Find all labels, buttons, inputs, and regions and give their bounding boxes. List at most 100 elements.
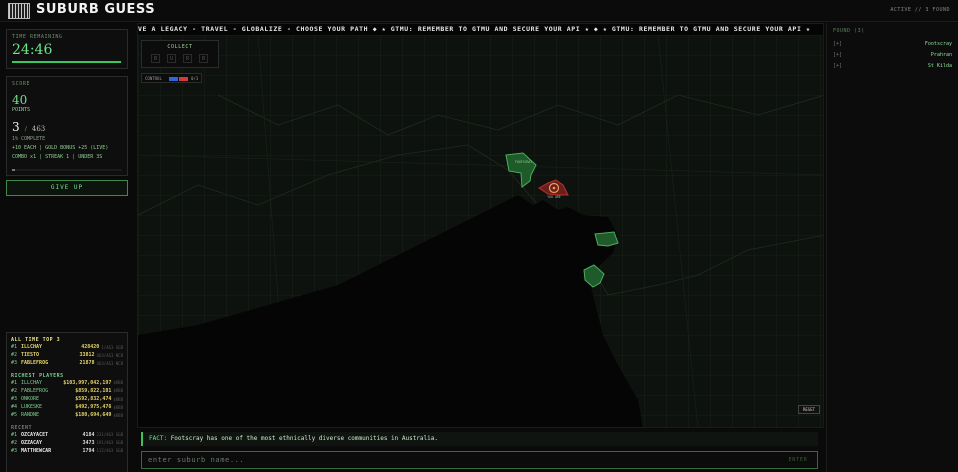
leaderboard-name: ILLCHAY — [21, 379, 43, 386]
leaderboard-name: TIESTO — [21, 352, 40, 359]
score-label: SCORE — [12, 81, 31, 87]
leaderboard-name: LUKESKE — [21, 404, 43, 411]
control-value: 0/3 — [191, 76, 199, 81]
leaderboard-row: #4 LUKESKE $492,975,476 $RBB — [11, 403, 123, 411]
score-progress-fill — [12, 169, 16, 171]
leaderboard-extra: 1/463 SGB — [101, 344, 123, 350]
found-panel: FOUND (3) [+] Footscray [+] Prahran [+] St Ki… — [826, 23, 958, 472]
leaderboard-score: 1794 — [82, 447, 95, 454]
app-title: SUBURB GUESS — [36, 2, 156, 17]
bonus-info: +10 EACH | GOLD BONUS +25 (LIVE) — [12, 145, 109, 151]
leaderboard-score: $180,694,649 — [75, 412, 112, 419]
found-suburb-name: Prahran — [930, 51, 952, 58]
leaderboard-row: #3 FABLEFROG 21878 463/463 NCB — [11, 359, 123, 367]
svg-text:FOOTSCRAY: FOOTSCRAY — [515, 160, 532, 164]
leaderboard-score: 3473 — [82, 439, 95, 446]
timer-progress-bar — [12, 61, 122, 63]
leaderboard-score: 428420 — [81, 344, 100, 351]
leaderboard-row: #3 MATTHEWCAR 1794 112/463 SGB — [11, 447, 123, 455]
leaderboard-name: OZZACAY — [21, 439, 43, 446]
left-sidebar: TIME REMAINING 24:46 SCORE 40 POINTS 3 /… — [0, 23, 134, 472]
leaderboard-rank: #3 — [11, 396, 18, 403]
fact-text: Footscray has one of the most ethnically… — [170, 435, 438, 442]
fact-banner: FACT: Footscray has one of the most ethn… — [141, 432, 818, 446]
leaderboard-extra: $RBB — [113, 380, 123, 386]
leaderboard-rank: #2 — [11, 439, 18, 446]
control-red-indicator — [179, 77, 188, 81]
found-item[interactable]: [+] St Kilda — [833, 60, 952, 71]
leaderboard-extra: $RBB — [113, 404, 123, 410]
timer-progress-fill — [12, 61, 121, 63]
leaderboard-extra: $RBB — [113, 412, 123, 418]
found-list: [+] Footscray [+] Prahran [+] St Kilda — [833, 38, 952, 71]
leaderboard-row: #3 ONKORE $592,832,474 $RBB — [11, 395, 123, 403]
control-label: CONTROL — [145, 76, 162, 81]
found-item[interactable]: [+] Footscray — [833, 38, 952, 49]
leaderboard-name: MATTHEWCAR — [21, 447, 52, 454]
map-canvas[interactable]: YOU ARE FOOTSCRAY — [138, 35, 824, 428]
leaderboard-rank: #2 — [11, 352, 18, 359]
suburb-guess-input[interactable] — [141, 451, 818, 469]
leaderboard-extra: $RBB — [113, 396, 123, 402]
collect-slot: B — [199, 54, 208, 63]
leaderboard-extra: 231/463 SGB — [96, 432, 124, 438]
found-separator: / — [24, 126, 27, 133]
score-panel: SCORE 40 POINTS 3 / 463 1% COMPLETE +10 … — [6, 76, 128, 176]
leaderboard-name: ONKORE — [21, 396, 40, 403]
leaderboard-rank: #5 — [11, 412, 18, 419]
points-label: POINTS — [12, 107, 31, 113]
found-total: 463 — [31, 125, 46, 133]
give-up-button[interactable]: GIVE UP — [6, 180, 128, 196]
leaderboard-name: FABLEFROG — [21, 387, 49, 394]
leaderboard-row: #2 FABLEFROG $859,822,101 $RBB — [11, 387, 123, 395]
score-progress-bar — [12, 169, 122, 171]
news-ticker: VE A LEGACY - TRAVEL - GLOBALIZE - CHOOS… — [138, 24, 823, 35]
enter-button[interactable]: ENTER — [782, 454, 814, 466]
combo-info: COMBO x1 | STREAK 1 | UNDER 3S — [12, 154, 103, 160]
leaderboard-rank: #4 — [11, 404, 18, 411]
leaderboard-score: 33812 — [79, 352, 95, 359]
leaderboard-row: #2 TIESTO 33812 463/463 NCB — [11, 351, 123, 359]
leaderboard-extra: 112/463 SGB — [96, 448, 124, 454]
found-marker: [+] — [833, 62, 843, 69]
fact-label: FACT: — [149, 435, 168, 442]
score-points: 40 — [12, 93, 28, 107]
leaderboard-row: #2 OZZACAY 3473 191/463 SGB — [11, 439, 123, 447]
found-suburb-name: Footscray — [924, 40, 952, 47]
leaderboard-extra: 463/463 NCB — [96, 352, 124, 358]
leaderboard-extra: 191/463 SGB — [96, 440, 124, 446]
found-item[interactable]: [+] Prahran — [833, 49, 952, 60]
leaderboard-name: OZCAYACET — [21, 431, 49, 438]
found-marker: [+] — [833, 51, 843, 58]
found-title: FOUND (3) — [833, 28, 865, 34]
leaderboard-row: #1 OZCAYACET 4184 231/463 SGB — [11, 431, 123, 439]
leaderboard-panel: ALL TIME TOP 3 #1 ILLCHAY 428420 1/463 SGB #… — [6, 332, 128, 472]
leaderboard-score: $103,997,042,197 — [63, 379, 112, 386]
collect-panel: COLLECT BURB — [141, 40, 219, 68]
leaderboard-rank: #2 — [11, 387, 18, 394]
top-bar: SUBURB GUESS ACTIVE // 3 FOUND — [0, 0, 958, 22]
collect-slot: R — [183, 54, 192, 63]
logo-icon — [8, 3, 30, 19]
svg-text:YOU ARE: YOU ARE — [547, 195, 561, 199]
leaderboard-name: RANDNE — [21, 412, 40, 419]
leaderboard-extra: $RBB — [113, 388, 123, 394]
collect-label: COLLECT — [167, 44, 193, 50]
control-panel: CONTROL 0/3 — [141, 73, 202, 83]
complete-percent: 1% COMPLETE — [12, 136, 46, 142]
leaderboard-name: ILLCHAY — [21, 344, 43, 351]
leaderboard-row: #1 ILLCHAY $103,997,042,197 $RBB — [11, 379, 123, 387]
leaderboard-rank: #3 — [11, 447, 18, 454]
found-current: 3 — [12, 120, 20, 134]
reset-button[interactable]: RESET — [798, 405, 820, 414]
leaderboard-row: #5 RANDNE $180,694,649 $RBB — [11, 411, 123, 419]
leaderboard-row: #1 ILLCHAY 428420 1/463 SGB — [11, 343, 123, 351]
leaderboard-score: 4184 — [82, 431, 95, 438]
leaderboard-rank: #1 — [11, 431, 18, 438]
leaderboard-score: 21878 — [79, 360, 95, 367]
found-suburb-name: St Kilda — [927, 62, 952, 69]
timer-label: TIME REMAINING — [12, 34, 63, 40]
leaderboard-extra: 463/463 NCB — [96, 360, 124, 366]
suburb-map[interactable]: VE A LEGACY - TRAVEL - GLOBALIZE - CHOOS… — [137, 23, 824, 428]
leaderboard-rank: #3 — [11, 360, 18, 367]
